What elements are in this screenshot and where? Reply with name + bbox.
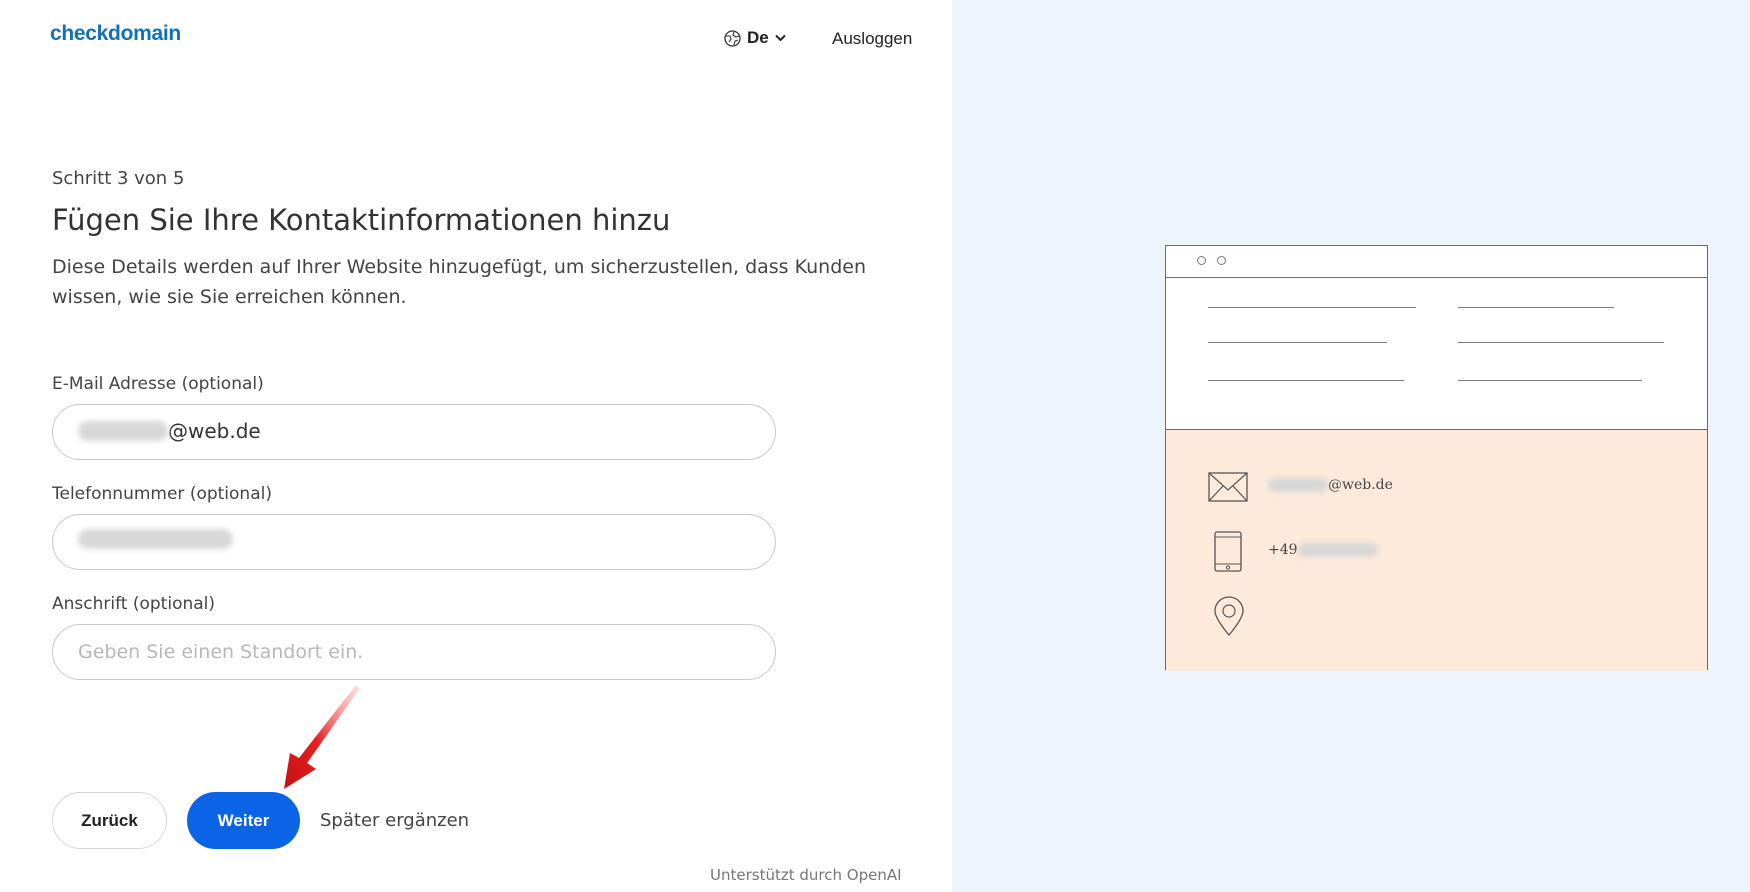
skip-link[interactable]: Später ergänzen [320,810,469,831]
page-description: Diese Details werden auf Ihrer Website h… [52,256,867,308]
preview-phone: +49 [1268,542,1298,558]
annotation-arrow [284,685,360,789]
placeholder-line [1208,380,1404,381]
address-label: Anschrift (optional) [52,594,216,614]
powered-by: Unterstützt durch OpenAI [710,866,902,884]
back-button[interactable]: Zurück [52,792,167,849]
window-dot-icon [1197,256,1206,265]
email-field[interactable]: @web.de [52,404,776,460]
redacted-phone [78,529,233,549]
phone-field[interactable] [52,514,776,570]
next-button[interactable]: Weiter [187,792,300,849]
redacted-preview-email [1268,478,1328,492]
address-field[interactable]: Geben Sie einen Standort ein. [52,624,776,680]
contact-section-preview: @web.de +49 [1166,429,1707,671]
logout-link[interactable]: Ausloggen [832,29,912,49]
page-title: Fügen Sie Ihre Kontaktinformationen hinz… [52,203,671,237]
redacted-email-user [78,421,168,441]
website-preview: @web.de +49 [1165,245,1708,671]
step-indicator: Schritt 3 von 5 [52,168,185,189]
chevron-down-icon [775,34,786,42]
placeholder-line [1208,307,1416,308]
placeholder-line [1208,342,1387,343]
placeholder-line [1458,307,1614,308]
preview-panel: @web.de +49 [952,0,1750,892]
mail-icon [1208,472,1248,506]
brand-logo[interactable]: checkdomain [50,22,181,46]
window-dot-icon [1217,256,1226,265]
language-label: De [747,28,769,47]
email-label: E-Mail Adresse (optional) [52,374,264,394]
preview-email: @web.de [1328,477,1393,493]
phone-label: Telefonnummer (optional) [52,484,272,504]
email-domain: @web.de [168,419,261,443]
language-selector[interactable]: De [724,28,786,48]
placeholder-line [1458,342,1664,343]
redacted-preview-phone [1297,543,1378,557]
address-placeholder: Geben Sie einen Standort ein. [78,641,364,663]
location-pin-icon [1213,596,1245,641]
placeholder-line [1458,380,1642,381]
form-panel: checkdomain De Ausloggen Schritt 3 von 5… [0,0,952,892]
phone-icon [1214,531,1242,576]
browser-bar [1166,246,1707,278]
globe-icon [724,29,741,47]
